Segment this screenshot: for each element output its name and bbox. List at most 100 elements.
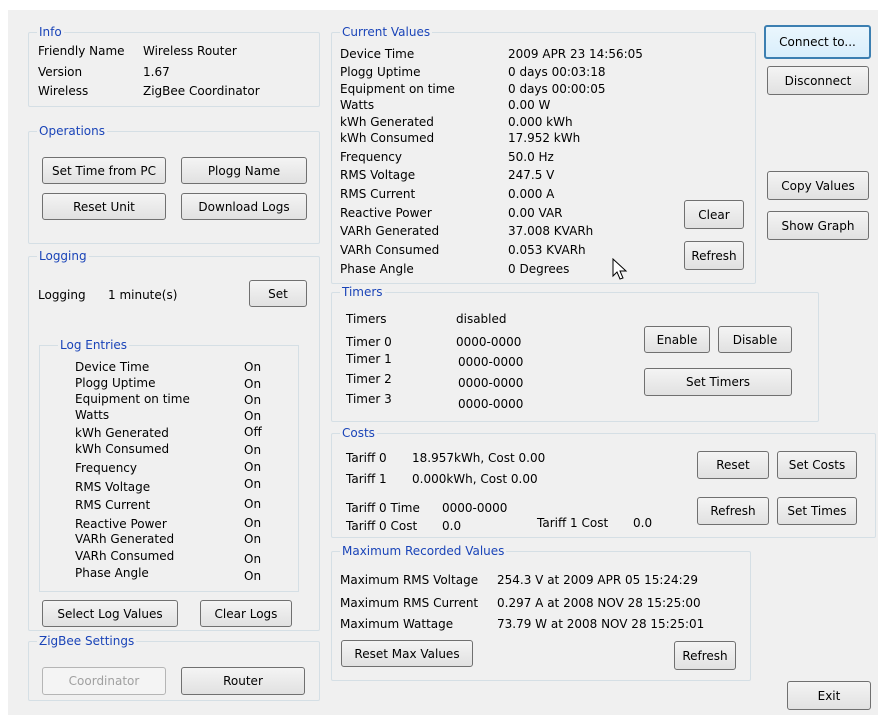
costs-refresh-button[interactable]: Refresh xyxy=(697,497,769,525)
set-time-from-pc-button[interactable]: Set Time from PC xyxy=(42,157,166,184)
tariff-0-cost-label: Tariff 0 Cost xyxy=(346,519,418,533)
mouse-cursor-icon xyxy=(612,258,628,280)
maximum-recorded-values-title: Maximum Recorded Values xyxy=(340,543,507,559)
timer-label: Timer 1 xyxy=(346,352,392,366)
wireless-label: Wireless xyxy=(38,84,89,98)
reset-max-values-button[interactable]: Reset Max Values xyxy=(341,640,473,667)
phase-angle-label: Phase Angle xyxy=(340,262,414,276)
set-times-button[interactable]: Set Times xyxy=(777,497,857,525)
max-wattage-value: 73.79 W at 2008 NOV 28 15:25:01 xyxy=(497,617,705,631)
log-entry-state: On xyxy=(244,569,262,583)
logging-label: Logging xyxy=(38,288,86,302)
log-entry-state: Off xyxy=(244,425,262,439)
current-values-title: Current Values xyxy=(340,24,433,40)
disconnect-button[interactable]: Disconnect xyxy=(767,66,869,95)
log-entry-name: VARh Consumed xyxy=(75,549,175,563)
rms-current-label: RMS Current xyxy=(340,187,416,201)
copy-values-button[interactable]: Copy Values xyxy=(767,171,869,200)
clear-button[interactable]: Clear xyxy=(684,200,744,229)
connect-to-button[interactable]: Connect to... xyxy=(764,25,871,59)
timer-value: 0000-0000 xyxy=(458,355,524,369)
log-entry-name: Plogg Uptime xyxy=(75,376,156,390)
max-wattage-label: Maximum Wattage xyxy=(340,617,454,631)
router-button[interactable]: Router xyxy=(181,667,305,695)
version-value: 1.67 xyxy=(143,65,170,79)
log-entry-state: On xyxy=(244,477,262,491)
log-entry-state: On xyxy=(244,497,262,511)
log-entry-name: Frequency xyxy=(75,461,137,475)
kwh-generated-value: 0.000 kWh xyxy=(508,115,573,129)
reactive-power-value: 0.00 VAR xyxy=(508,206,563,220)
equipment-on-time-value: 0 days 00:00:05 xyxy=(508,82,606,96)
logging-interval-value: 1 minute(s) xyxy=(108,288,178,302)
set-costs-button[interactable]: Set Costs xyxy=(777,451,857,479)
log-entry-state: On xyxy=(244,360,262,374)
download-logs-button[interactable]: Download Logs xyxy=(181,193,307,220)
tariff-0-time-label: Tariff 0 Time xyxy=(346,501,420,515)
set-timers-button[interactable]: Set Timers xyxy=(644,368,792,396)
log-entry-name: RMS Voltage xyxy=(75,480,151,494)
varh-generated-label: VARh Generated xyxy=(340,224,440,238)
frequency-label: Frequency xyxy=(340,150,402,164)
kwh-consumed-label: kWh Consumed xyxy=(340,131,435,145)
wireless-value: ZigBee Coordinator xyxy=(143,84,260,98)
varh-generated-value: 37.008 KVARh xyxy=(508,224,594,238)
exit-button[interactable]: Exit xyxy=(787,681,871,710)
select-log-values-button[interactable]: Select Log Values xyxy=(42,600,178,627)
timer-label: Timer 0 xyxy=(346,335,392,349)
maximum-refresh-button[interactable]: Refresh xyxy=(674,641,736,670)
rms-current-value: 0.000 A xyxy=(508,187,555,201)
plogg-uptime-label: Plogg Uptime xyxy=(340,65,421,79)
watts-label: Watts xyxy=(340,98,375,112)
friendly-name-value: Wireless Router xyxy=(143,44,237,58)
logging-group-title: Logging xyxy=(37,248,89,264)
log-entry-state: On xyxy=(244,460,262,474)
show-graph-button[interactable]: Show Graph xyxy=(767,211,869,240)
tariff-1-label: Tariff 1 xyxy=(346,472,387,486)
costs-reset-button[interactable]: Reset xyxy=(697,451,769,479)
log-entry-state: On xyxy=(244,377,262,391)
logging-set-button[interactable]: Set xyxy=(249,280,307,307)
timers-group: Timers xyxy=(331,284,819,422)
log-entry-state: On xyxy=(244,516,262,530)
tariff-0-time-value: 0000-0000 xyxy=(442,501,508,515)
coordinator-button[interactable]: Coordinator xyxy=(42,667,166,695)
log-entry-state: On xyxy=(244,443,262,457)
reset-unit-button[interactable]: Reset Unit xyxy=(42,193,166,220)
equipment-on-time-label: Equipment on time xyxy=(340,82,455,96)
log-entry-name: Phase Angle xyxy=(75,566,149,580)
timer-label: Timer 2 xyxy=(346,372,392,386)
max-rms-voltage-value: 254.3 V at 2009 APR 05 15:24:29 xyxy=(497,573,698,587)
version-label: Version xyxy=(38,65,83,79)
tariff-1-cost-value: 0.0 xyxy=(633,516,653,530)
log-entry-state: On xyxy=(244,552,262,566)
log-entry-name: Reactive Power xyxy=(75,517,167,531)
disable-button[interactable]: Disable xyxy=(718,326,792,353)
operations-group: Operations xyxy=(28,123,320,244)
varh-consumed-label: VARh Consumed xyxy=(340,243,440,257)
max-rms-current-label: Maximum RMS Current xyxy=(340,596,479,610)
plogg-uptime-value: 0 days 00:03:18 xyxy=(508,65,606,79)
log-entry-name: RMS Current xyxy=(75,498,151,512)
plogg-name-button[interactable]: Plogg Name xyxy=(181,157,307,184)
log-entry-name: kWh Generated xyxy=(75,426,169,440)
enable-button[interactable]: Enable xyxy=(644,326,710,353)
device-time-value: 2009 APR 23 14:56:05 xyxy=(508,47,643,61)
tariff-0-value: 18.957kWh, Cost 0.00 xyxy=(412,451,546,465)
device-time-label: Device Time xyxy=(340,47,415,61)
timers-group-title: Timers xyxy=(340,284,385,300)
zigbee-settings-title: ZigBee Settings xyxy=(37,633,137,649)
costs-group-title: Costs xyxy=(340,425,377,441)
log-entry-name: Device Time xyxy=(75,360,150,374)
info-group-title: Info xyxy=(37,24,64,40)
timer-value: 0000-0000 xyxy=(458,397,524,411)
phase-angle-value: 0 Degrees xyxy=(508,262,570,276)
clear-logs-button[interactable]: Clear Logs xyxy=(200,600,292,627)
rms-voltage-value: 247.5 V xyxy=(508,168,555,182)
log-entry-state: On xyxy=(244,409,262,423)
log-entry-state: On xyxy=(244,532,262,546)
log-entry-name: kWh Consumed xyxy=(75,442,170,456)
rms-voltage-label: RMS Voltage xyxy=(340,168,416,182)
current-refresh-button[interactable]: Refresh xyxy=(684,241,744,270)
kwh-consumed-value: 17.952 kWh xyxy=(508,131,581,145)
